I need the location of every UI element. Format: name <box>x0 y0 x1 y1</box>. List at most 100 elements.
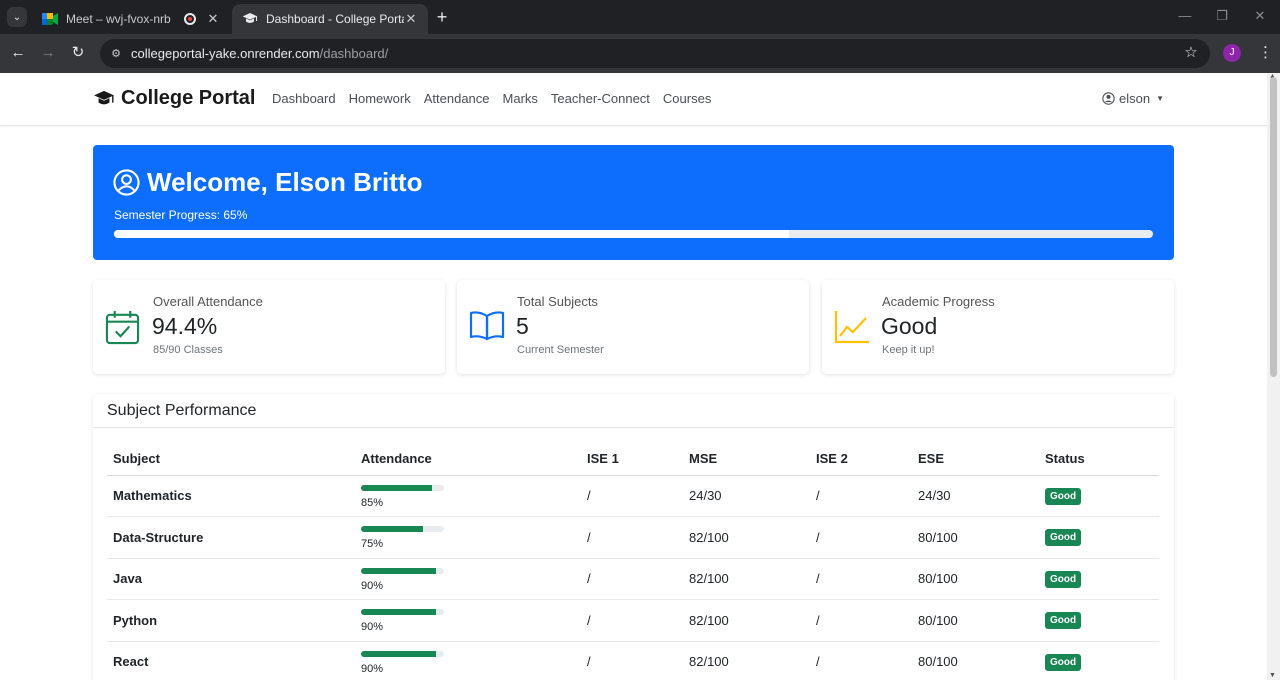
back-icon[interactable]: ← <box>8 43 28 63</box>
nav-link-teacher-connect[interactable]: Teacher-Connect <box>551 91 650 106</box>
close-tab-icon[interactable]: ✕ <box>404 11 418 27</box>
browser-tab-bar: ⌄ Meet – wvj-fvox-nrb ✕ Dashboard - Coll… <box>0 0 1280 34</box>
close-tab-icon[interactable]: ✕ <box>206 11 220 27</box>
ese-cell: 24/30 <box>912 475 1039 517</box>
ise2-cell: / <box>810 516 912 559</box>
stat-subtext: Current Semester <box>517 344 604 356</box>
tab-title: Dashboard - College Portal <box>266 12 404 26</box>
brand-name: College Portal <box>121 87 256 109</box>
column-header: Subject <box>107 442 355 476</box>
stat-value: 5 <box>516 313 529 339</box>
attendance-bar <box>361 650 444 657</box>
user-dropdown[interactable]: elson ▼ <box>1102 91 1164 106</box>
attendance-bar <box>361 526 444 533</box>
ese-cell: 80/100 <box>912 516 1039 559</box>
graduation-cap-icon <box>242 11 258 27</box>
mse-cell: 24/30 <box>683 475 810 517</box>
ise2-cell: / <box>810 475 912 517</box>
nav-links: Dashboard Homework Attendance Marks Teac… <box>272 91 724 106</box>
site-navbar: College Portal Dashboard Homework Attend… <box>0 73 1267 126</box>
table-row: Python 90%/82/100/80/100 Good <box>107 599 1159 642</box>
mse-cell: 82/100 <box>683 516 810 559</box>
scrollbar-thumb[interactable] <box>1270 77 1277 377</box>
book-icon <box>469 310 505 347</box>
recording-indicator-icon <box>184 13 196 25</box>
attendance-percent: 75% <box>361 538 384 551</box>
stat-label: Total Subjects <box>517 294 598 309</box>
nav-link-attendance[interactable]: Attendance <box>424 91 490 106</box>
browser-tab-meet[interactable]: Meet – wvj-fvox-nrb ✕ <box>32 4 230 34</box>
status-badge: Good <box>1045 487 1082 505</box>
stat-card-subjects: Total Subjects 5 Current Semester <box>457 280 809 374</box>
attendance-cell: 90% <box>355 599 581 642</box>
reload-icon[interactable]: ↻ <box>68 43 88 63</box>
ese-cell: 80/100 <box>912 641 1039 680</box>
column-header: ISE 1 <box>581 442 683 476</box>
user-circle-icon <box>113 169 140 196</box>
nav-link-dashboard[interactable]: Dashboard <box>272 91 336 106</box>
attendance-percent: 90% <box>361 579 384 592</box>
stat-card-progress: Academic Progress Good Keep it up! <box>822 280 1174 374</box>
tab-search-icon[interactable]: ⌄ <box>7 7 27 27</box>
attendance-percent: 90% <box>361 621 384 634</box>
performance-table: Subject Attendance ISE 1 MSE ISE 2 ESE S… <box>107 442 1159 680</box>
card-header: Subject Performance <box>93 394 1174 428</box>
status-cell: Good <box>1039 516 1159 559</box>
tab-title: Meet – wvj-fvox-nrb <box>66 12 171 26</box>
user-name: elson <box>1119 91 1151 106</box>
table-row: Data-Structure 75%/82/100/80/100 Good <box>107 516 1159 559</box>
graduation-cap-icon <box>94 90 114 104</box>
address-bar[interactable]: ⚙ collegeportal-yake.onrender.com/dashbo… <box>100 39 1210 68</box>
column-header: MSE <box>683 442 810 476</box>
mse-cell: 82/100 <box>683 558 810 600</box>
profile-avatar[interactable]: J <box>1223 44 1241 62</box>
mse-cell: 82/100 <box>683 599 810 642</box>
table-row: Java 90%/82/100/80/100 Good <box>107 558 1159 600</box>
column-header: ISE 2 <box>810 442 912 476</box>
ise1-cell: / <box>581 558 683 600</box>
stat-label: Academic Progress <box>882 294 995 309</box>
table-row: Mathematics 85%/24/30/24/30 Good <box>107 475 1159 517</box>
attendance-bar-fill <box>361 567 436 574</box>
nav-link-homework[interactable]: Homework <box>349 91 411 106</box>
column-header: Attendance <box>355 442 581 476</box>
attendance-cell: 75% <box>355 516 581 559</box>
subject-performance-card: Subject Performance Subject Attendance I… <box>93 394 1174 680</box>
calendar-check-icon <box>105 310 140 350</box>
scroll-down-icon[interactable]: ▼ <box>1269 672 1276 679</box>
subject-name: Data-Structure <box>107 516 355 559</box>
ese-cell: 80/100 <box>912 558 1039 600</box>
brand-logo[interactable]: College Portal <box>93 87 255 110</box>
ise1-cell: / <box>581 599 683 642</box>
status-badge: Good <box>1045 653 1082 671</box>
stat-subtext: 85/90 Classes <box>153 344 223 356</box>
site-info-icon[interactable]: ⚙ <box>108 46 124 62</box>
page-scrollbar[interactable]: ▲ ▼ <box>1267 73 1280 680</box>
attendance-bar <box>361 567 444 574</box>
restore-icon[interactable]: ❐ <box>1212 8 1232 24</box>
attendance-bar-fill <box>361 484 432 491</box>
semester-progress-label: Semester Progress: 65% <box>114 208 248 222</box>
status-cell: Good <box>1039 558 1159 600</box>
stat-value: Good <box>881 313 938 339</box>
subject-name: React <box>107 641 355 680</box>
status-badge: Good <box>1045 529 1082 547</box>
close-window-icon[interactable]: ✕ <box>1250 8 1270 24</box>
stat-card-attendance: Overall Attendance 94.4% 85/90 Classes <box>93 280 445 374</box>
minimize-icon[interactable]: — <box>1175 8 1195 23</box>
browser-menu-icon[interactable]: ⋮ <box>1258 43 1273 63</box>
nav-link-marks[interactable]: Marks <box>503 91 538 106</box>
browser-tab-dashboard[interactable]: Dashboard - College Portal ✕ <box>232 4 428 34</box>
attendance-bar <box>361 484 444 491</box>
nav-link-courses[interactable]: Courses <box>663 91 711 106</box>
status-cell: Good <box>1039 475 1159 517</box>
google-meet-icon <box>42 11 58 27</box>
forward-icon[interactable]: → <box>38 43 58 63</box>
new-tab-icon[interactable]: + <box>432 7 452 27</box>
attendance-cell: 90% <box>355 641 581 680</box>
status-badge: Good <box>1045 570 1082 588</box>
stat-subtext: Keep it up! <box>882 344 935 356</box>
stat-label: Overall Attendance <box>153 294 263 309</box>
semester-progress-fill <box>114 230 790 238</box>
bookmark-star-icon[interactable]: ☆ <box>1181 43 1201 63</box>
